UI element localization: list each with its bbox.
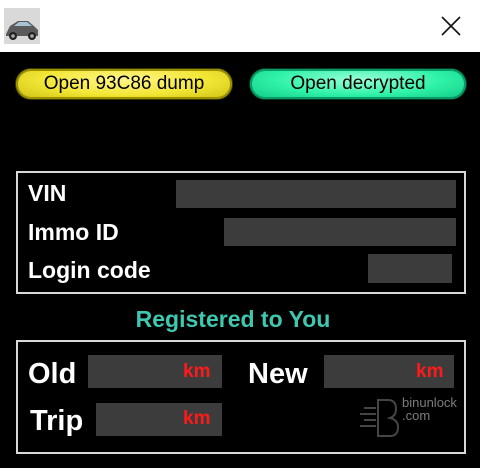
close-button[interactable] bbox=[428, 4, 474, 48]
vin-label: VIN bbox=[28, 180, 67, 206]
new-km-label: New bbox=[248, 358, 308, 390]
watermark-text: binunlock .com bbox=[402, 396, 457, 422]
open-decrypted-button[interactable]: Open decrypted bbox=[250, 69, 466, 99]
trip-km-label: Trip bbox=[30, 405, 84, 437]
registration-status: Registered to You bbox=[135, 306, 331, 332]
immo-id-field[interactable] bbox=[224, 218, 456, 246]
car-icon bbox=[4, 8, 40, 44]
login-code-field[interactable] bbox=[368, 254, 452, 283]
close-icon bbox=[441, 16, 461, 36]
immo-id-label: Immo ID bbox=[28, 219, 119, 245]
watermark-line-2: .com bbox=[402, 408, 431, 423]
open-dump-button[interactable]: Open 93C86 dump bbox=[16, 69, 232, 99]
trip-km-unit: km bbox=[183, 408, 211, 429]
title-bar bbox=[0, 0, 480, 52]
old-km-label: Old bbox=[28, 358, 77, 390]
new-km-unit: km bbox=[416, 361, 444, 382]
old-km-unit: km bbox=[183, 361, 211, 382]
vin-field[interactable] bbox=[176, 180, 456, 208]
login-code-label: Login code bbox=[28, 257, 151, 283]
